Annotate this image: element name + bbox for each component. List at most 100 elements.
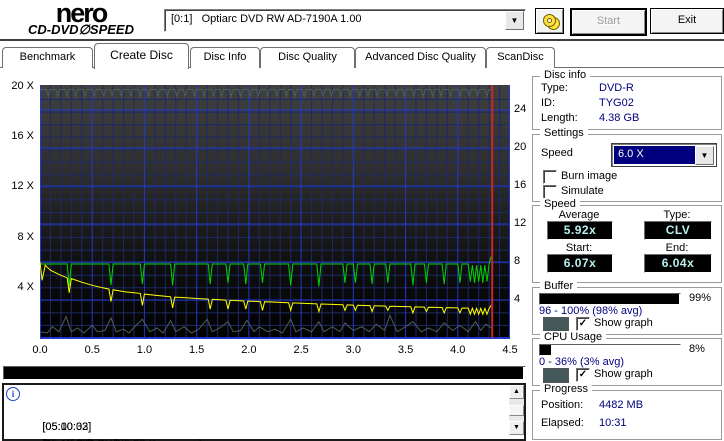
- disc-id-label: ID:: [541, 97, 556, 109]
- overall-progress-fill: [4, 367, 524, 379]
- end-label: End:: [665, 242, 689, 254]
- buffer-group: Buffer 99% 96 - 100% (98% avg) ✓ Show gr…: [532, 280, 722, 335]
- log-scrollbar[interactable]: ▲ ▼: [509, 385, 524, 435]
- x-axis-tick: 0.0: [32, 344, 48, 356]
- header-separator: [0, 39, 724, 41]
- speed-label: Speed: [541, 147, 573, 159]
- speed-select-value: 6.0 X: [614, 146, 697, 164]
- y-axis-left-tick: 20 X: [11, 80, 34, 92]
- type-label: Type:: [663, 209, 691, 221]
- discs-icon: [543, 14, 556, 27]
- cpu-usage-graph: [39, 314, 492, 334]
- simulate-checkbox[interactable]: [543, 185, 557, 199]
- disc-length-value: 4.38 GB: [599, 112, 640, 124]
- x-axis-tick: 4.5: [502, 344, 518, 356]
- start-button[interactable]: Start: [570, 8, 647, 36]
- x-axis-tick: 3.5: [397, 344, 414, 356]
- scroll-down-icon[interactable]: ▼: [509, 421, 524, 435]
- chevron-down-icon[interactable]: ▼: [505, 11, 524, 30]
- y-axis-right-tick: 24: [514, 103, 527, 115]
- exit-button[interactable]: Exit: [650, 8, 724, 34]
- drive-select-value: [0:1] Optiarc DVD RW AD-7190A 1.00: [171, 13, 362, 25]
- burn-image-label[interactable]: Burn image: [561, 170, 617, 182]
- y-axis-left-tick: 12 X: [11, 180, 34, 193]
- tab-benchmark[interactable]: Benchmark: [2, 47, 93, 68]
- disc-info-group: Disc info Type: DVD-R ID: TYG02 Length: …: [532, 69, 722, 130]
- info-icon: i: [6, 387, 20, 401]
- tab-advanced-disc-quality[interactable]: Advanced Disc Quality: [355, 47, 486, 68]
- tab-create-disc[interactable]: Create Disc: [94, 43, 189, 69]
- simulate-label[interactable]: Simulate: [561, 185, 604, 197]
- disc-type-label: Type:: [541, 82, 568, 94]
- cpu-show-graph-label[interactable]: Show graph: [594, 368, 653, 380]
- y-axis-right-tick: 4: [514, 293, 521, 305]
- log-timestamp: [05:10:33]: [42, 436, 100, 441]
- elapsed-label: Elapsed:: [541, 417, 584, 429]
- x-axis-tick: 4.0: [450, 344, 466, 356]
- cpu-percent: 8%: [689, 343, 705, 355]
- cpu-show-graph-checkbox[interactable]: ✓: [576, 368, 590, 382]
- eject-disc-button[interactable]: [535, 8, 564, 34]
- x-axis-tick: 1.5: [189, 344, 205, 356]
- buffer-level-fill: [540, 294, 679, 304]
- log-line: [05:10:33] Speed:6 X CLV (5.92 X average…: [4, 402, 524, 441]
- tab-scandisc[interactable]: ScanDisc: [486, 47, 555, 68]
- nero-logo: nero CD-DVD∅SPEED: [6, 0, 156, 39]
- progress-group: Progress Position: 4482 MB Elapsed: 10:3…: [532, 383, 722, 440]
- log-line: i [05:00:02] Creating Data Disc: [4, 385, 524, 441]
- y-axis-right-tick: 8: [514, 255, 521, 267]
- y-axis-left-tick: 16 X: [11, 130, 34, 143]
- group-title: Disc info: [540, 69, 591, 81]
- disc-length-label: Length:: [541, 112, 578, 124]
- buffer-show-graph-label[interactable]: Show graph: [594, 317, 653, 329]
- chart-plot-area: [39, 85, 510, 339]
- buffer-percent: 99%: [689, 292, 712, 304]
- drive-select-dropdown[interactable]: [0:1] Optiarc DVD RW AD-7190A 1.00 ▼: [164, 9, 526, 32]
- disc-type-value: DVD-R: [599, 82, 634, 94]
- cpu-usage-bar: [539, 344, 681, 356]
- y-axis-left-tick: 8 X: [17, 230, 34, 243]
- cpu-graph-color-swatch: [543, 368, 569, 383]
- buffer-show-graph-checkbox[interactable]: ✓: [576, 317, 590, 331]
- y-axis-left-tick: 4 X: [17, 280, 34, 293]
- y-axis-right-tick: 12: [514, 217, 527, 229]
- tab-disc-info[interactable]: Disc Info: [190, 47, 260, 68]
- buffer-graph: [40, 89, 493, 99]
- buffer-graph-color-swatch: [543, 317, 569, 332]
- overall-progress-bar: [3, 366, 526, 380]
- scroll-up-icon[interactable]: ▲: [509, 385, 524, 399]
- chevron-down-icon[interactable]: ▼: [695, 146, 714, 165]
- x-axis-tick: 2.5: [293, 344, 309, 356]
- y-axis-right-tick: 16: [514, 179, 527, 191]
- scrollbar-thumb[interactable]: [509, 405, 524, 416]
- settings-group: Settings Speed 6.0 X ▼ Burn image Simula…: [532, 127, 722, 202]
- burn-image-checkbox[interactable]: [543, 170, 557, 184]
- x-axis-tick: 1.0: [136, 344, 153, 356]
- average-speed-display: 5.92x: [547, 221, 613, 240]
- buffer-level-bar: [539, 293, 681, 305]
- cpu-range: 0 - 36% (3% avg): [539, 356, 624, 368]
- start-label: Start:: [565, 242, 593, 254]
- position-value: 4482 MB: [599, 399, 644, 411]
- end-speed-display: 6.04x: [644, 254, 712, 273]
- tab-disc-quality[interactable]: Disc Quality: [260, 47, 355, 68]
- group-title: CPU Usage: [540, 331, 607, 343]
- speed-select-dropdown[interactable]: 6.0 X ▼: [611, 143, 717, 167]
- group-title: Progress: [540, 383, 593, 395]
- speed-group: Speed Average Type: 5.92x CLV Start: End…: [532, 198, 722, 283]
- logo-cddvdspeed-text: CD-DVD∅SPEED: [28, 22, 134, 37]
- average-label: Average: [558, 209, 600, 221]
- cpu-usage-fill: [540, 345, 552, 355]
- x-axis-tick: 3.0: [345, 344, 361, 356]
- buffer-range: 96 - 100% (98% avg): [539, 305, 643, 317]
- log-line: [05:10:33] Elapsed Time: 10:31: [4, 419, 524, 441]
- group-title: Settings: [540, 127, 588, 139]
- x-axis-tick: 2.0: [241, 344, 257, 356]
- x-axis-tick: 0.5: [84, 344, 100, 356]
- elapsed-value: 10:31: [599, 417, 627, 429]
- speed-chart: 20 X 16 X 12 X 8 X 4 X 24 20 16 12 8 4 0.0 0.5 1.0 1.5…: [0, 70, 530, 362]
- group-title: Buffer: [540, 280, 578, 292]
- speed-type-display: CLV: [644, 221, 712, 240]
- write-speed-graph: [40, 256, 492, 287]
- status-log: i [05:00:02] Creating Data Disc [05:10:3…: [2, 383, 526, 441]
